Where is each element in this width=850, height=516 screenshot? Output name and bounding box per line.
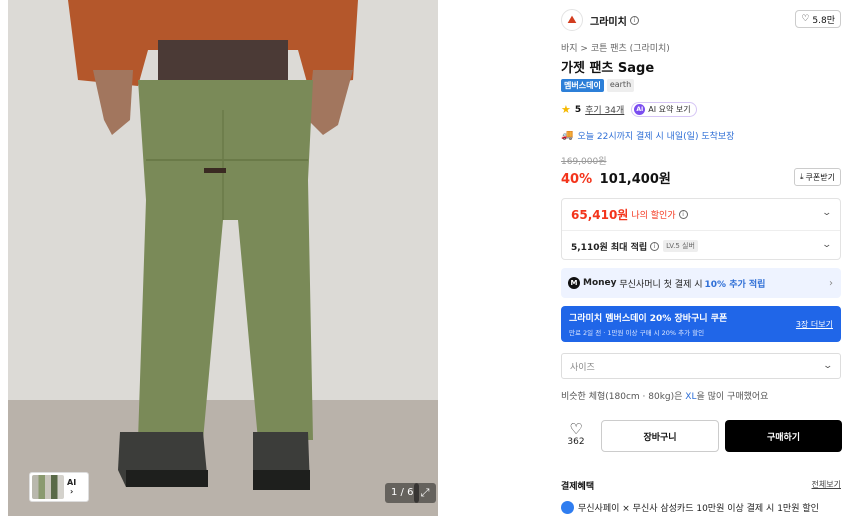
- my-price: 65,410원: [571, 208, 629, 222]
- brand-like-count: 5.8만: [812, 15, 835, 26]
- money-logo-icon: M: [568, 277, 580, 289]
- delivery-text: 오늘 22시까지 결제 시 내일(일) 도착보장: [577, 132, 735, 142]
- my-price-row[interactable]: 65,410원 나의 할인가 i ⌄: [562, 199, 840, 230]
- product-image-gallery[interactable]: AI › 1 / 6 ⤢: [8, 0, 438, 516]
- payment-benefits-title: 결제혜택: [561, 482, 595, 492]
- brand-logo[interactable]: ⛰: [561, 9, 583, 31]
- similar-text-after: 을 많이 구매했어요: [696, 392, 769, 402]
- sale-price: 101,400원: [599, 172, 671, 187]
- gallery-thumbnail[interactable]: AI ›: [29, 472, 89, 502]
- level-badge: LV.5 실버: [663, 240, 698, 252]
- ai-thumbnail-badge[interactable]: AI ›: [67, 478, 76, 496]
- coupon-download-button[interactable]: ⤓ 쿠폰받기: [794, 168, 841, 186]
- product-info-panel: ⛰ 그라미치 i ♡ 5.8만 바지 > 코튼 팬츠 (그라미치) 가젯 팬츠 …: [551, 0, 850, 516]
- coupon-more-link[interactable]: 3장 더보기: [796, 319, 833, 330]
- heart-icon: ♡: [801, 14, 810, 24]
- product-badges: 멤버스데이 earth: [561, 79, 635, 92]
- thumbnail-image: [32, 475, 64, 499]
- chevron-right-icon: ›: [69, 487, 74, 496]
- add-to-cart-button[interactable]: 장바구니: [601, 420, 719, 452]
- product-photo: [8, 0, 438, 516]
- product-like-button[interactable]: ♡ 362: [561, 421, 591, 447]
- size-placeholder: 사이즈: [570, 362, 595, 373]
- brand-row: ⛰ 그라미치 i ♡ 5.8만: [561, 9, 841, 31]
- star-icon: ★: [561, 103, 571, 116]
- benefits-view-all-link[interactable]: 전체보기: [812, 479, 841, 490]
- benefit-row[interactable]: 무신사페이 × 무신사 삼성카드 10만원 이상 결제 시 1만원 할인: [561, 501, 819, 514]
- review-link[interactable]: 후기 34개: [585, 103, 624, 116]
- brand-name[interactable]: 그라미치: [590, 13, 627, 28]
- expand-icon[interactable]: ⤢: [414, 483, 436, 503]
- ai-label: AI: [67, 478, 77, 487]
- product-like-count: 362: [567, 437, 585, 447]
- ai-summary-label: AI 요약 보기: [648, 105, 691, 114]
- money-text: 무신사머니 첫 결제 시: [619, 279, 703, 290]
- my-price-label: 나의 할인가: [631, 211, 676, 221]
- money-accent: 10% 추가 적립: [704, 279, 766, 290]
- points-row[interactable]: 5,110원 최대 적립 i LV.5 실버 ⌄: [562, 230, 840, 261]
- size-select[interactable]: 사이즈 ⌄: [561, 353, 841, 379]
- price-detail-box: 65,410원 나의 할인가 i ⌄ 5,110원 최대 적립 i LV.5 실…: [561, 198, 841, 260]
- coupon-banner-title: 그라미치 멤버스데이 20% 장바구니 쿠폰: [569, 314, 728, 324]
- discount-rate: 40%: [561, 172, 593, 187]
- points-text: 5,110원 최대 적립: [571, 242, 648, 253]
- sale-price-row: 40% 101,400원: [561, 168, 671, 187]
- chevron-down-icon: ⌄: [821, 208, 833, 218]
- buy-now-button[interactable]: 구매하기: [725, 420, 842, 452]
- heart-icon: ♡: [569, 420, 583, 438]
- info-icon[interactable]: i: [629, 15, 639, 25]
- download-icon: ⤓: [800, 172, 804, 181]
- rating-row: ★ 5 후기 34개 AI AI 요약 보기: [561, 102, 697, 117]
- members-day-badge: 멤버스데이: [561, 79, 604, 92]
- brand-like-button[interactable]: ♡ 5.8만: [795, 10, 841, 28]
- chevron-down-icon: ⌄: [822, 361, 834, 371]
- ai-summary-button[interactable]: AI AI 요약 보기: [631, 102, 697, 117]
- original-price: 169,000원: [561, 157, 607, 167]
- card-icon: [561, 501, 574, 514]
- info-icon[interactable]: i: [650, 241, 660, 251]
- breadcrumb[interactable]: 바지 > 코튼 팬츠 (그라미치): [561, 41, 670, 54]
- chevron-down-icon: ⌄: [821, 240, 833, 250]
- benefit-text: 무신사페이 × 무신사 삼성카드 10만원 이상 결제 시 1만원 할인: [578, 504, 819, 514]
- money-brand: Money: [583, 278, 617, 288]
- coupon-button-label: 쿠폰받기: [805, 172, 835, 182]
- coupon-banner[interactable]: 그라미치 멤버스데이 20% 장바구니 쿠폰 만료 2일 전 · 1만원 이상 …: [561, 306, 841, 342]
- ai-icon: AI: [634, 104, 646, 115]
- earth-badge: earth: [606, 79, 635, 92]
- similar-size: XL: [685, 392, 697, 402]
- delivery-info[interactable]: 🚚 오늘 22시까지 결제 시 내일(일) 도착보장: [561, 129, 734, 142]
- similar-text-before: 비슷한 체형(180cm · 80kg)은: [561, 392, 683, 402]
- rating-score: 5: [574, 104, 582, 115]
- coupon-banner-sub: 만료 2일 전 · 1만원 이상 구매 시 20% 추가 할인: [569, 329, 705, 337]
- musinsa-money-promo[interactable]: M Money 무신사머니 첫 결제 시 10% 추가 적립 ›: [561, 268, 841, 298]
- product-title: 가젯 팬츠 Sage: [561, 61, 655, 76]
- info-icon[interactable]: i: [678, 210, 688, 219]
- similar-body-hint: 비슷한 체형(180cm · 80kg)은 XL을 많이 구매했어요: [561, 389, 768, 402]
- chevron-right-icon: ›: [829, 277, 833, 289]
- truck-icon: 🚚: [561, 130, 574, 141]
